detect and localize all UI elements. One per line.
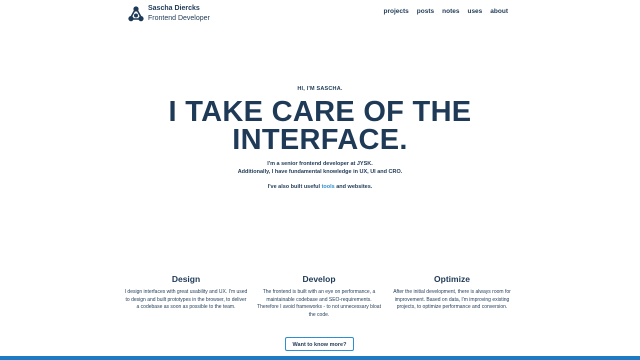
tools-link[interactable]: tools bbox=[322, 184, 335, 190]
intro-line1: I'm a senior frontend developer at JYSK. bbox=[267, 161, 373, 167]
built-suffix: and websites. bbox=[336, 184, 373, 190]
features-section: Design I design interfaces with great us… bbox=[124, 274, 514, 319]
brand-name: Sascha Diercks bbox=[148, 5, 200, 12]
hero-section: HI, I'M SASCHA. I TAKE CARE OF THE INTER… bbox=[0, 86, 640, 190]
feature-title: Design bbox=[171, 274, 201, 284]
hero-headline: I TAKE CARE OF THE INTERFACE. bbox=[0, 98, 640, 156]
brand-home-link[interactable]: Sascha Diercks Frontend Developer bbox=[128, 4, 210, 24]
brand-role: Frontend Developer bbox=[148, 15, 210, 22]
bottom-accent-bar bbox=[0, 356, 640, 360]
hero-intro: I'm a senior frontend developer at JYSK.… bbox=[0, 161, 640, 176]
feature-title: Develop bbox=[302, 274, 336, 284]
nav-item-about[interactable]: about bbox=[490, 8, 508, 15]
feature-optimize: Optimize After the initial development, … bbox=[390, 274, 514, 319]
feature-text: I design interfaces with great usability… bbox=[124, 289, 248, 311]
nav-item-projects[interactable]: projects bbox=[383, 8, 408, 15]
built-prefix: I've also built useful bbox=[267, 184, 321, 190]
feature-text: After the initial development, there is … bbox=[393, 289, 511, 311]
hero-headline-line2: INTERFACE. bbox=[232, 124, 408, 156]
nav-item-notes[interactable]: notes bbox=[442, 8, 459, 15]
intro-line2: Additionally, I have fundamental knowled… bbox=[237, 168, 403, 175]
site-header: Sascha Diercks Frontend Developer projec… bbox=[0, 0, 640, 30]
nav-item-uses[interactable]: uses bbox=[467, 8, 482, 15]
feature-title: Optimize bbox=[434, 274, 470, 284]
feature-text: The frontend is built with an eye on per… bbox=[257, 289, 381, 318]
feature-design: Design I design interfaces with great us… bbox=[124, 274, 248, 319]
hero-greeting: HI, I'M SASCHA. bbox=[297, 86, 343, 92]
brand-text: Sascha Diercks Frontend Developer bbox=[148, 4, 210, 24]
know-more-button[interactable]: Want to know more? bbox=[285, 337, 354, 351]
hero-built-text: I've also built useful tools and website… bbox=[0, 184, 640, 190]
nav-item-posts[interactable]: posts bbox=[417, 8, 434, 15]
triangle-circles-logo-icon bbox=[128, 6, 144, 22]
feature-develop: Develop The frontend is built with an ey… bbox=[257, 274, 381, 319]
main-nav: projects posts notes uses about bbox=[383, 8, 508, 15]
